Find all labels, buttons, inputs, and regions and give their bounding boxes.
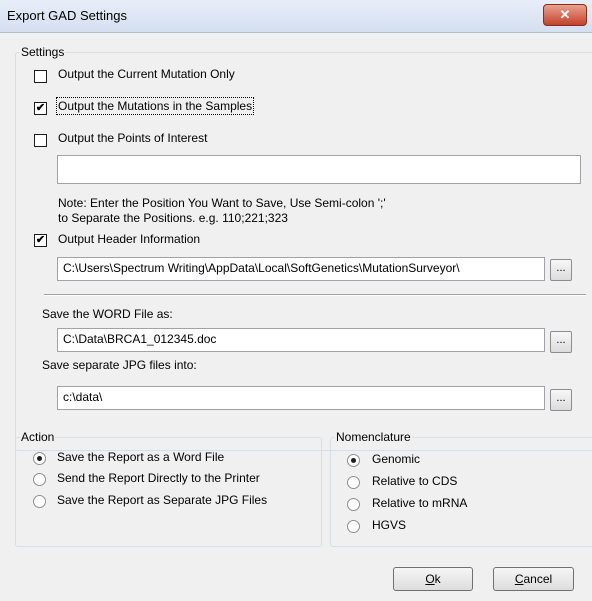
ok-button[interactable]: Ok xyxy=(393,567,473,591)
cancel-label-rest: ancel xyxy=(523,572,553,586)
header-path-input[interactable]: C:\Users\Spectrum Writing\AppData\Local\… xyxy=(57,257,545,281)
nomenclature-radio-cds[interactable] xyxy=(347,476,360,489)
header-information-checkbox[interactable]: ✔ xyxy=(34,234,47,247)
close-icon: ✕ xyxy=(559,7,571,22)
nomenclature-radio-hgvs[interactable] xyxy=(347,520,360,533)
note-line-2: to Separate the Positions. e.g. 110;221;… xyxy=(58,211,288,225)
nomenclature-radio-mrna[interactable] xyxy=(347,498,360,511)
action-radio-printer[interactable] xyxy=(33,473,46,486)
action-printer-label[interactable]: Send the Report Directly to the Printer xyxy=(57,471,260,485)
word-file-label: Save the WORD File as: xyxy=(42,307,173,321)
jpg-folder-browse-button[interactable]: ... xyxy=(550,389,572,411)
action-group: Action xyxy=(15,431,322,547)
current-mutation-label[interactable]: Output the Current Mutation Only xyxy=(58,67,235,81)
points-of-interest-label[interactable]: Output the Points of Interest xyxy=(58,131,207,145)
action-radio-word-file[interactable] xyxy=(33,452,46,465)
close-button[interactable]: ✕ xyxy=(543,4,587,26)
nomenclature-legend: Nomenclature xyxy=(336,430,411,444)
jpg-folder-label: Save separate JPG files into: xyxy=(42,358,197,372)
nomenclature-genomic-label[interactable]: Genomic xyxy=(372,452,420,466)
cancel-button[interactable]: Cancel xyxy=(493,567,574,591)
mutations-in-samples-label[interactable]: Output the Mutations in the Samples xyxy=(55,97,255,115)
settings-legend: Settings xyxy=(21,45,65,59)
dialog-client: Settings Output the Current Mutation Onl… xyxy=(8,33,592,593)
checkmark-icon: ✔ xyxy=(35,102,46,114)
nomenclature-mrna-label[interactable]: Relative to mRNA xyxy=(372,496,467,510)
nomenclature-group: Nomenclature xyxy=(330,431,592,547)
checkmark-icon: ✔ xyxy=(35,234,46,246)
jpg-folder-input[interactable]: c:\data\ xyxy=(57,386,545,410)
word-file-input[interactable]: C:\Data\BRCA1_012345.doc xyxy=(57,328,545,352)
nomenclature-radio-genomic[interactable] xyxy=(347,454,360,467)
mutations-in-samples-checkbox[interactable]: ✔ xyxy=(34,102,47,115)
word-file-browse-button[interactable]: ... xyxy=(550,331,572,353)
action-legend: Action xyxy=(21,430,55,444)
separator xyxy=(44,294,586,296)
note-line-1: Note: Enter the Position You Want to Sav… xyxy=(58,196,386,210)
ok-mnemonic: O xyxy=(425,572,435,586)
title-bar: Export GAD Settings ✕ xyxy=(0,0,592,33)
header-information-label[interactable]: Output Header Information xyxy=(58,232,200,246)
action-jpg-files-label[interactable]: Save the Report as Separate JPG Files xyxy=(57,493,267,507)
nomenclature-cds-label[interactable]: Relative to CDS xyxy=(372,474,457,488)
action-word-file-label[interactable]: Save the Report as a Word File xyxy=(57,450,224,464)
current-mutation-checkbox[interactable] xyxy=(34,70,47,83)
header-path-browse-button[interactable]: ... xyxy=(550,259,572,281)
window-title: Export GAD Settings xyxy=(7,8,127,23)
action-radio-jpg-files[interactable] xyxy=(33,495,46,508)
points-of-interest-input[interactable] xyxy=(57,155,581,184)
ok-label-rest: k xyxy=(434,572,441,586)
points-of-interest-checkbox[interactable] xyxy=(34,134,47,147)
nomenclature-hgvs-label[interactable]: HGVS xyxy=(372,518,406,532)
